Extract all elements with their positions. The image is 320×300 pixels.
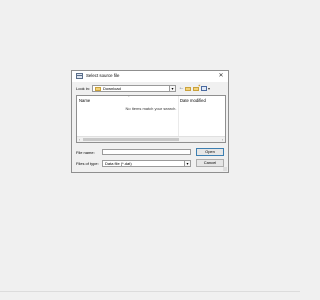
- horizontal-scrollbar[interactable]: ‹ ›: [77, 136, 225, 142]
- dialog-window-icon: [76, 73, 83, 79]
- look-in-combo[interactable]: Download ▾: [92, 85, 176, 92]
- column-header-date-modified[interactable]: Date modified: [180, 98, 206, 103]
- select-source-file-dialog: Select source file ✕ Look in: Download ▾…: [71, 70, 229, 173]
- column-separator: [178, 96, 179, 136]
- back-icon[interactable]: ←: [178, 85, 185, 92]
- new-folder-icon[interactable]: ✶: [193, 84, 201, 92]
- view-menu-icon[interactable]: ▾: [201, 85, 211, 92]
- empty-message: No items match your search.: [125, 106, 177, 111]
- folder-icon: [95, 87, 101, 91]
- look-in-value: Download: [103, 86, 121, 91]
- close-button[interactable]: ✕: [217, 72, 225, 80]
- sort-caret-icon: ^: [128, 95, 130, 99]
- up-folder-icon[interactable]: [185, 85, 192, 92]
- column-header-name[interactable]: Name: [79, 98, 90, 103]
- scroll-left-icon[interactable]: ‹: [77, 137, 82, 142]
- scroll-thumb[interactable]: [83, 138, 179, 141]
- file-type-label: Files of type:: [76, 161, 99, 166]
- file-type-select[interactable]: Data file (*.dat) ▾: [102, 160, 191, 167]
- file-name-label: File name:: [76, 150, 95, 155]
- file-name-input[interactable]: [102, 149, 191, 155]
- chevron-down-icon[interactable]: ▾: [169, 86, 175, 91]
- file-list[interactable]: ^ Name Date modified No items match your…: [76, 95, 226, 143]
- cancel-button[interactable]: Cancel: [196, 159, 224, 167]
- scroll-right-icon[interactable]: ›: [220, 137, 225, 142]
- bottom-divider: [0, 291, 300, 292]
- file-type-value: Data file (*.dat): [105, 161, 132, 166]
- resize-grip-icon[interactable]: [223, 167, 227, 171]
- open-button[interactable]: Open: [196, 148, 224, 156]
- title-bar[interactable]: Select source file ✕: [72, 71, 228, 82]
- dialog-title: Select source file: [86, 73, 120, 78]
- chevron-down-icon[interactable]: ▾: [184, 161, 190, 166]
- look-in-label: Look in:: [76, 86, 91, 91]
